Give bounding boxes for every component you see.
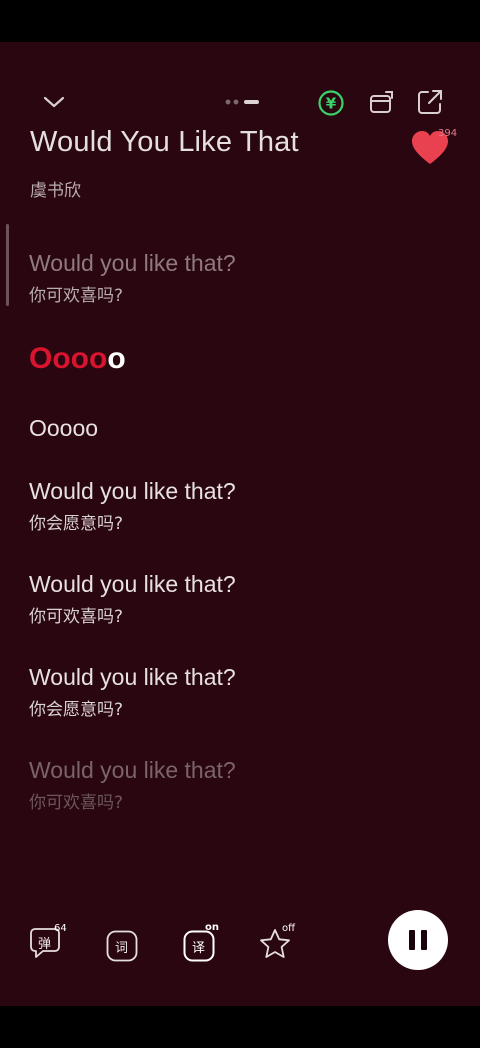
translate-button[interactable]: 译 on [183,922,223,962]
like-count: 394 [438,128,458,139]
lyric-line[interactable]: Would you like that? 你会愿意吗? [29,478,236,534]
lyric-line[interactable]: Would you like that? 你可欢喜吗? [29,250,236,306]
lyric-line[interactable]: Would you like that? 你会愿意吗? [29,664,236,720]
lyric-en: Would you like that? [29,571,236,597]
lyric-zh: 你可欢喜吗? [29,793,124,813]
chevron-down-icon[interactable] [42,94,66,110]
translate-state: on [205,922,219,933]
pause-button[interactable] [388,910,448,970]
favorite-state: off [282,923,296,934]
lyrics-screen: ¥ Would You Like That 虞书欣 394 Would you … [0,42,480,1006]
yuan-coin-icon[interactable]: ¥ [317,89,345,117]
danmaku-button[interactable]: 弹 64 [28,923,68,962]
navigation-bar [0,1006,480,1048]
pause-icon-bar [421,930,427,950]
lyric-unsung-part: o [107,342,126,375]
favorite-button[interactable]: off [258,923,298,963]
lyric-zh: 你会愿意吗? [29,514,124,534]
translate-label: 译 [192,941,206,956]
lyric-line[interactable]: Would you like that? 你可欢喜吗? [29,757,236,813]
lyric-line[interactable]: Ooooo [29,415,98,442]
scroll-indicator [6,224,9,306]
lyric-sung-part: Oooo [29,342,108,375]
svg-text:¥: ¥ [326,95,337,113]
artist-name[interactable]: 虞书欣 [30,176,81,201]
lyrics-label: 词 [115,941,129,956]
song-title: Would You Like That [30,126,299,158]
pause-icon [409,930,415,950]
lyric-en: Would you like that? [29,250,236,276]
danmaku-count: 64 [54,923,67,934]
lyrics-button[interactable]: 词 [106,930,138,962]
page-dots-icon [225,99,259,105]
status-bar [0,0,480,42]
current-lyric-line[interactable]: Ooooo [29,342,126,376]
lyric-zh: 你可欢喜吗? [29,607,124,627]
danmaku-label: 弹 [38,937,52,952]
lyric-zh: 你会愿意吗? [29,700,124,720]
lyric-en: Would you like that? [29,757,236,783]
share-icon[interactable] [416,88,444,116]
lyric-line[interactable]: Would you like that? 你可欢喜吗? [29,571,236,627]
lyric-zh: 你可欢喜吗? [29,286,124,306]
lyric-en: Would you like that? [29,478,236,504]
switch-view-icon[interactable] [368,90,396,116]
lyric-en: Ooooo [29,415,99,441]
lyric-en: Would you like that? [29,664,236,690]
